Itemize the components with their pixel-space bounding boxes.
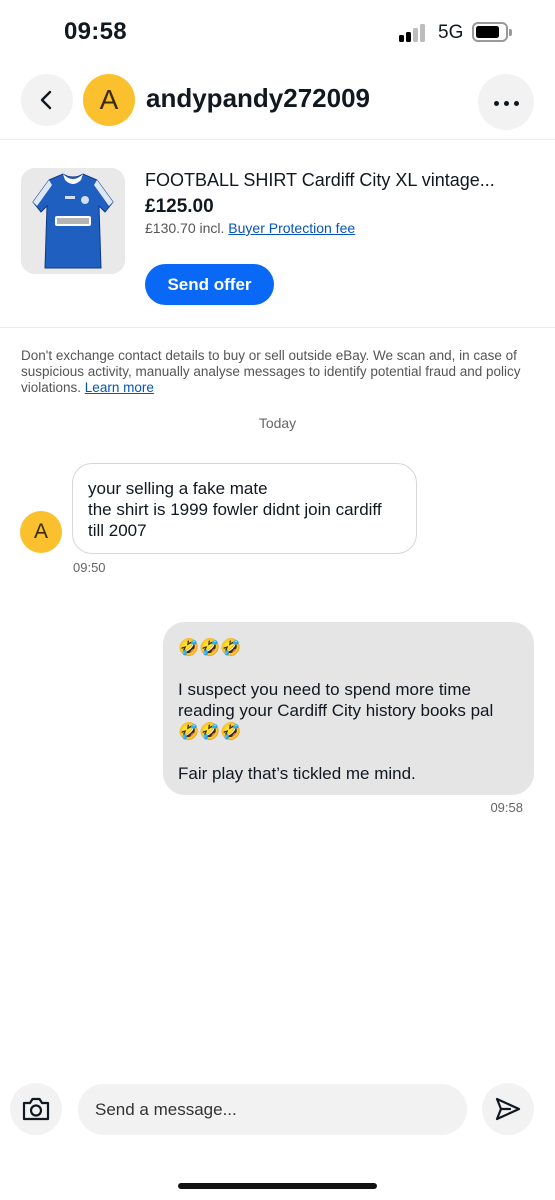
message-line-break [178,658,519,679]
network-label: 5G [438,22,464,43]
send-offer-button[interactable]: Send offer [145,264,274,305]
message-line: your selling a fake mate [88,479,268,498]
avatar[interactable]: A [83,74,135,126]
incoming-message[interactable]: your selling a fake mate the shirt is 19… [72,463,417,554]
home-indicator [178,1183,377,1189]
more-horizontal-icon [491,93,521,111]
date-divider: Today [258,415,297,431]
more-options-button[interactable] [478,74,534,130]
item-incl-text: £130.70 incl. [145,220,229,236]
item-title[interactable]: FOOTBALL SHIRT Cardiff City XL vintage..… [145,170,495,191]
safety-notice: Don't exchange contact details to buy or… [21,348,533,396]
item-total-price: £130.70 incl. Buyer Protection fee [145,220,355,236]
camera-button[interactable] [10,1083,62,1135]
sender-avatar[interactable]: A [20,511,62,553]
message-line: 🤣🤣🤣 [178,638,242,657]
buyer-protection-link[interactable]: Buyer Protection fee [228,220,355,236]
learn-more-link[interactable]: Learn more [85,380,154,395]
item-price: £125.00 [145,196,214,217]
camera-icon [22,1097,50,1121]
send-icon [495,1097,521,1121]
status-time: 09:58 [64,18,127,45]
football-shirt-image [21,168,125,274]
message-line-break [178,742,519,763]
message-line: Fair play that’s tickled me mind. [178,764,416,783]
item-image[interactable] [21,168,125,274]
outgoing-message[interactable]: 🤣🤣🤣 I suspect you need to spend more tim… [163,622,534,795]
signal-icon [399,24,429,42]
back-button[interactable] [21,74,73,126]
message-timestamp: 09:50 [73,560,106,575]
item-card: FOOTBALL SHIRT Cardiff City XL vintage..… [0,140,555,328]
chevron-left-icon [40,90,52,110]
username[interactable]: andypandy272009 [146,83,370,114]
message-input[interactable] [78,1084,467,1135]
battery-icon [472,22,512,42]
status-bar: 09:58 5G [0,0,555,66]
message-timestamp: 09:58 [490,800,523,815]
send-button[interactable] [482,1083,534,1135]
message-line: the shirt is 1999 fowler didnt join card… [88,500,382,540]
message-line: I suspect you need to spend more time re… [178,680,494,741]
conversation-header: A andypandy272009 [0,66,555,140]
